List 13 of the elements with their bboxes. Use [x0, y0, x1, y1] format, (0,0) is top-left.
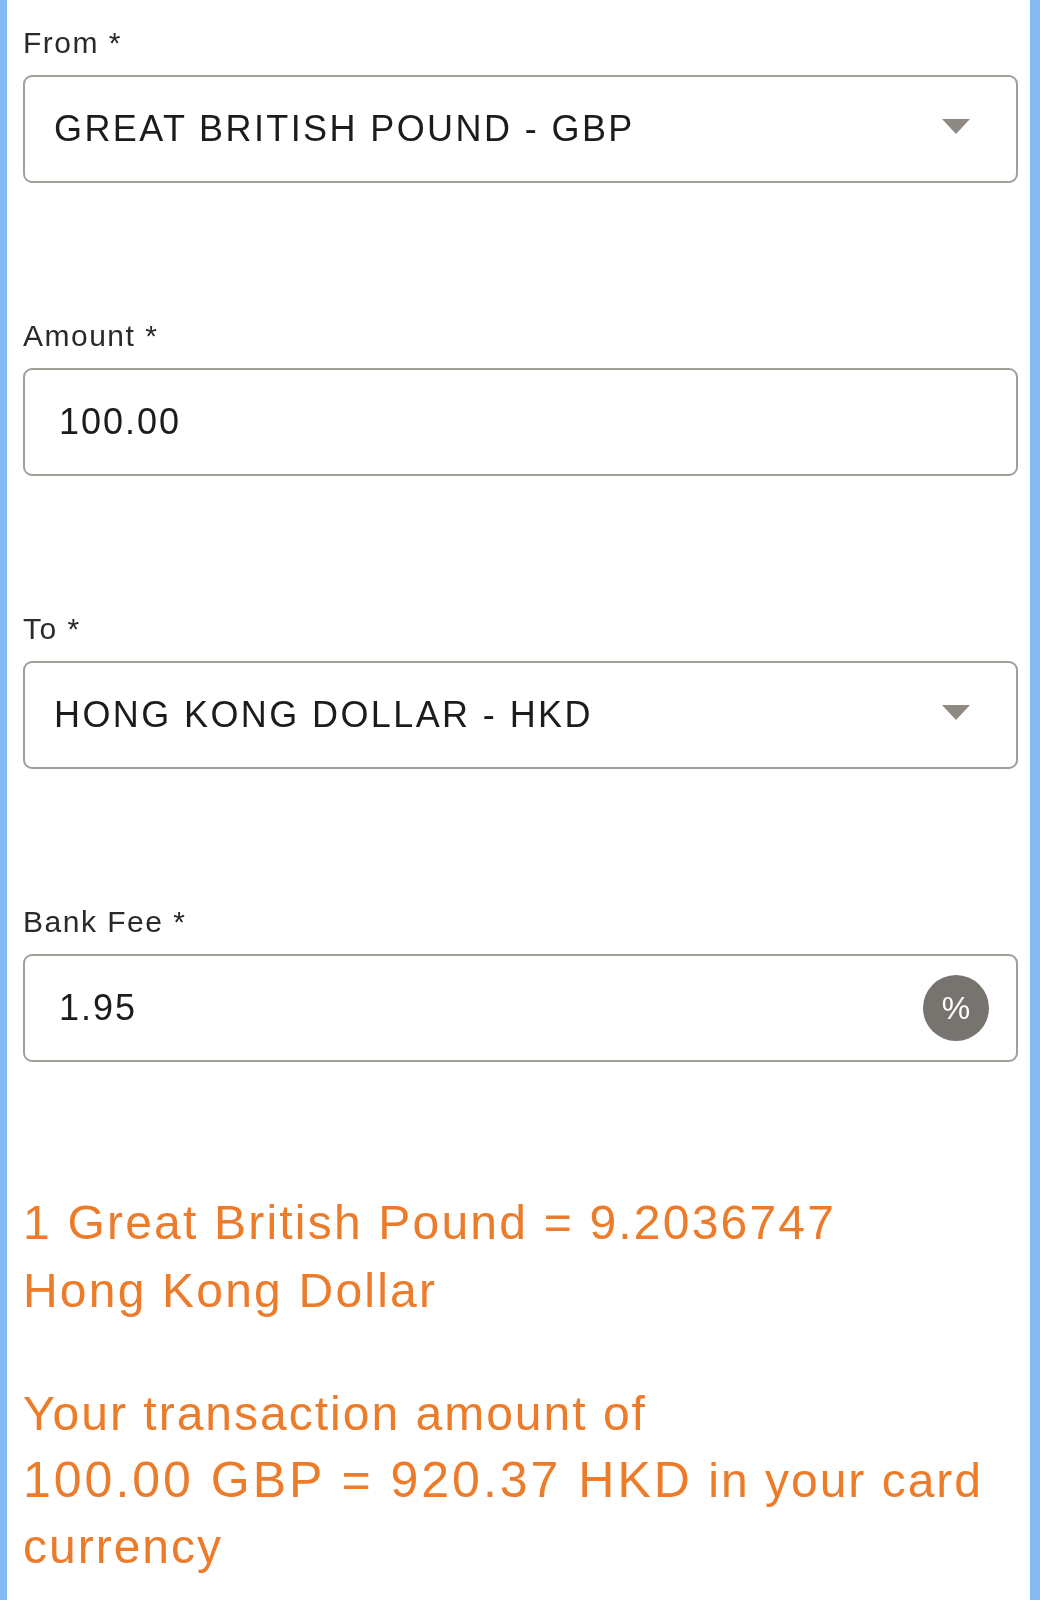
percent-button[interactable]: %: [923, 975, 989, 1041]
currency-select[interactable]: HONG KONG DOLLAR - HKD: [23, 661, 1018, 769]
field-label: Amount *: [23, 318, 159, 354]
exchange-rate-text: 1 Great British Pound = 9.2036747 Hong Kong Dollar: [23, 1195, 838, 1319]
field-label: To *: [23, 611, 81, 647]
field-label: Bank Fee *: [23, 904, 187, 940]
field-label: From *: [23, 25, 122, 61]
currency-select[interactable]: GREAT BRITISH POUND - GBP: [23, 75, 1018, 183]
caret-icon: [942, 704, 970, 720]
input-field[interactable]: 100.00: [23, 368, 1018, 476]
conversion-result-text: Your transaction amount of 100.00 GBP = 920.37 HKD in your card currency: [23, 1386, 984, 1575]
input-field[interactable]: 1.95 %: [23, 954, 1018, 1062]
caret-icon: [942, 118, 970, 134]
